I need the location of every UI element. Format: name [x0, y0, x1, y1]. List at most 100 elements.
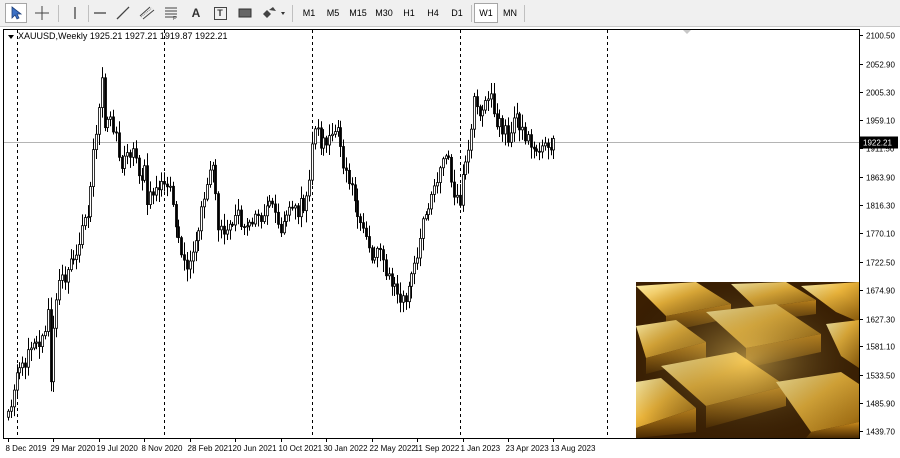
candle-body	[430, 194, 433, 210]
candle-body	[351, 183, 354, 186]
y-tick-label: 1533.50	[866, 372, 895, 381]
candle-body	[382, 249, 385, 261]
candle-body	[47, 309, 50, 332]
candle-body	[538, 150, 541, 153]
timeframe-d1[interactable]: D1	[445, 3, 469, 23]
candle-body	[180, 237, 183, 256]
candle-body	[75, 254, 78, 260]
candle-body	[169, 185, 172, 188]
gold-bars-image	[636, 282, 859, 438]
candle-body	[24, 362, 27, 368]
x-tick-label: 19 Jul 2020	[97, 444, 139, 453]
candle-body	[325, 137, 328, 146]
y-tick-label: 2100.50	[866, 32, 895, 41]
y-tick-label: 1770.10	[866, 230, 895, 239]
candle-body	[416, 257, 419, 264]
candle-body	[268, 200, 271, 207]
candle-body	[61, 274, 64, 281]
candle-body	[33, 342, 36, 349]
timeframe-mn[interactable]: MN	[498, 3, 522, 23]
candle-body	[408, 285, 411, 303]
x-tick-label: 11 Sep 2022	[415, 444, 460, 453]
x-tick-label: 1 Jan 2023	[461, 444, 501, 453]
candle-body	[379, 247, 382, 251]
candle-body	[101, 77, 104, 108]
candle-body	[226, 229, 229, 235]
candle-body	[237, 209, 240, 216]
candle-body	[322, 137, 325, 149]
candle-body	[308, 179, 311, 197]
candle-body	[399, 293, 402, 303]
candle-body	[149, 191, 152, 205]
candle-body	[257, 213, 260, 216]
candle-body	[166, 183, 169, 188]
candle-body	[89, 186, 92, 218]
trend-line-icon[interactable]	[112, 3, 134, 23]
candle-body	[220, 225, 223, 231]
candle-body	[16, 372, 19, 391]
candle-body	[359, 216, 362, 224]
horizontal-line-icon[interactable]	[89, 3, 111, 23]
candle-body	[72, 258, 75, 261]
timeframe-m5[interactable]: M5	[321, 3, 345, 23]
candle-body	[243, 226, 246, 228]
candle-body	[530, 134, 533, 148]
timeframe-m30[interactable]: M30	[371, 3, 397, 23]
candle-body	[518, 113, 521, 131]
candle-body	[266, 205, 269, 217]
candle-body	[373, 256, 376, 261]
candle-body	[283, 221, 286, 234]
candle-body	[41, 335, 44, 347]
candle-body	[467, 149, 470, 163]
rectangle-icon[interactable]	[234, 3, 256, 23]
text-label-glyph: T	[213, 6, 227, 20]
candle-body	[115, 131, 118, 134]
x-tick-label: 22 May 2022	[370, 444, 417, 453]
timeframe-m1[interactable]: M1	[297, 3, 321, 23]
cursor-icon[interactable]	[5, 3, 27, 23]
vertical-line-icon[interactable]	[64, 3, 86, 23]
timeframe-h4[interactable]: H4	[421, 3, 445, 23]
text-label-icon[interactable]: T	[209, 3, 231, 23]
candle-body	[507, 125, 510, 143]
candle-body	[123, 155, 126, 169]
candle-body	[504, 125, 507, 135]
candle-body	[547, 142, 550, 148]
equidistant-channel-icon[interactable]	[136, 3, 158, 23]
y-tick-label: 1674.90	[866, 287, 895, 296]
candle-body	[297, 205, 300, 218]
crosshair-icon[interactable]	[31, 3, 53, 23]
candle-body	[263, 215, 266, 222]
x-tick-label: 30 Jan 2022	[324, 444, 369, 453]
candle-body	[177, 226, 180, 239]
shapes-dropdown-icon[interactable]	[260, 3, 288, 23]
text-tool-icon[interactable]: A	[185, 3, 207, 23]
timeframe-w1[interactable]: W1	[474, 3, 498, 23]
candle-body	[334, 131, 337, 135]
candle-body	[314, 128, 317, 145]
candle-body	[317, 127, 320, 130]
candle-body	[552, 138, 555, 151]
candle-body	[484, 100, 487, 111]
candle-body	[436, 182, 439, 187]
candle-body	[135, 148, 138, 159]
candle-body	[106, 118, 109, 129]
candle-body	[277, 211, 280, 225]
candle-body	[311, 143, 314, 181]
toolbar: F A T M1 M5 M15 M30 H1 H4 D1 W1 MN	[0, 0, 900, 27]
candle-body	[200, 206, 203, 232]
candle-body	[78, 244, 81, 256]
candle-body	[92, 149, 95, 187]
candle-body	[38, 341, 41, 347]
candle-body	[527, 134, 530, 142]
timeframe-m15[interactable]: M15	[345, 3, 371, 23]
y-tick-label: 1863.90	[866, 174, 895, 183]
candle-body	[410, 273, 413, 287]
candle-body	[470, 128, 473, 151]
candle-body	[396, 283, 399, 295]
timeframe-h1[interactable]: H1	[397, 3, 421, 23]
candle-body	[254, 213, 257, 225]
candle-body	[217, 193, 220, 231]
candle-body	[476, 96, 479, 108]
fibonacci-icon[interactable]: F	[160, 3, 182, 23]
